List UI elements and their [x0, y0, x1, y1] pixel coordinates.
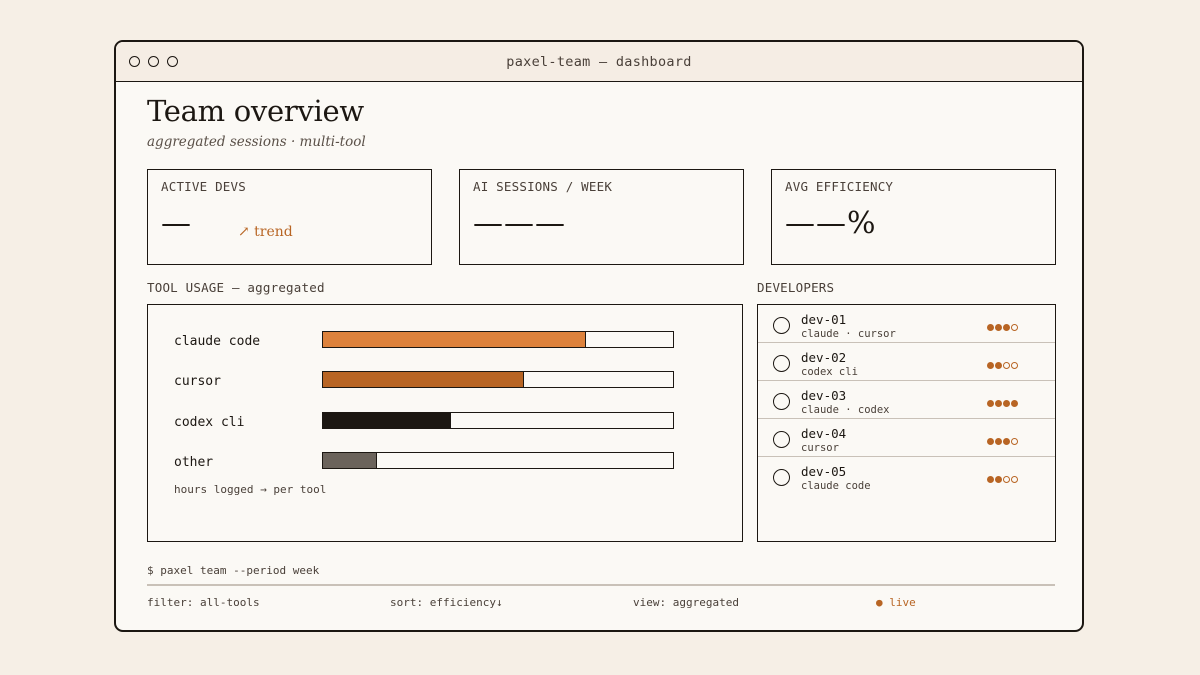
rating-dot-filled: [995, 476, 1002, 483]
title-bar: paxel-team — dashboard: [116, 42, 1082, 82]
developer-name: dev-05: [801, 464, 847, 479]
bar-fill: [323, 453, 378, 468]
rating-dot-filled: [987, 324, 994, 331]
developers-panel: dev-01 claude · cursor dev-02 codex cli dev-…: [757, 304, 1056, 542]
developers-title: DEVELOPERS: [757, 280, 835, 295]
developer-name: dev-01: [801, 312, 847, 327]
bar-fill: [323, 413, 451, 428]
developer-name: dev-04: [801, 426, 847, 441]
tool-bar-other: [322, 452, 674, 469]
rating-dot-empty: [1011, 362, 1018, 369]
command-line: $ paxel team --period week: [147, 564, 320, 577]
window-title: paxel-team — dashboard: [506, 54, 692, 70]
developer-tools: claude · cursor: [801, 328, 896, 340]
rating-dot-filled: [1003, 400, 1010, 407]
stat-label: ACTIVE DEVS: [161, 179, 246, 194]
efficiency-rating: [987, 324, 1018, 331]
sort-status[interactable]: sort: efficiency↓: [390, 596, 503, 609]
tool-bar-claude-code: [322, 331, 674, 348]
rating-dot-filled: [995, 400, 1002, 407]
stat-label: AVG EFFICIENCY: [785, 179, 894, 194]
efficiency-rating: [987, 400, 1018, 407]
developer-row-dev-05[interactable]: dev-05 claude code: [758, 457, 1055, 495]
efficiency-rating: [987, 438, 1018, 445]
stat-card-avg-efficiency: AVG EFFICIENCY ——%: [771, 169, 1056, 265]
developer-row-dev-04[interactable]: dev-04 cursor: [758, 419, 1055, 457]
developer-row-dev-03[interactable]: dev-03 claude · codex: [758, 381, 1055, 419]
rating-dot-empty: [1011, 324, 1018, 331]
select-radio[interactable]: [773, 469, 790, 486]
bar-fill: [323, 332, 586, 347]
rating-dot-filled: [987, 362, 994, 369]
tool-bar-codex-cli: [322, 412, 674, 429]
tool-usage-note: hours logged → per tool: [174, 483, 327, 496]
select-radio[interactable]: [773, 317, 790, 334]
rating-dot-filled: [1011, 400, 1018, 407]
view-status[interactable]: view: aggregated: [633, 596, 739, 609]
rating-dot-filled: [987, 476, 994, 483]
filter-status[interactable]: filter: all-tools: [147, 596, 260, 609]
tool-label: claude code: [174, 334, 261, 349]
select-radio[interactable]: [773, 393, 790, 410]
rating-dot-filled: [1003, 324, 1010, 331]
rating-dot-filled: [995, 324, 1002, 331]
stat-card-active-devs: ACTIVE DEVS — ↗ trend: [147, 169, 432, 265]
rating-dot-empty: [1011, 476, 1018, 483]
developer-row-dev-01[interactable]: dev-01 claude · cursor: [758, 305, 1055, 343]
stat-label: AI SESSIONS / WEEK: [473, 179, 613, 194]
stat-value: ——%: [785, 206, 877, 241]
tool-bar-cursor: [322, 371, 674, 388]
page-title: Team overview: [147, 94, 364, 128]
trend-link[interactable]: ↗ trend: [238, 224, 293, 240]
developer-name: dev-02: [801, 350, 847, 365]
developer-tools: codex cli: [801, 366, 858, 378]
tool-usage-title: TOOL USAGE — aggregated: [147, 280, 325, 295]
select-radio[interactable]: [773, 355, 790, 372]
tool-label: other: [174, 455, 214, 470]
divider: [147, 584, 1055, 586]
developer-row-dev-02[interactable]: dev-02 codex cli: [758, 343, 1055, 381]
rating-dot-filled: [987, 438, 994, 445]
bar-fill: [323, 372, 525, 387]
developer-tools: claude · codex: [801, 404, 890, 416]
rating-dot-empty: [1003, 362, 1010, 369]
rating-dot-filled: [995, 438, 1002, 445]
developer-tools: claude code: [801, 480, 871, 492]
tool-label: cursor: [174, 374, 221, 389]
live-indicator: ● live: [876, 596, 916, 609]
rating-dot-empty: [1011, 438, 1018, 445]
tool-label: codex cli: [174, 415, 245, 430]
stat-value: ———: [473, 206, 566, 241]
tool-usage-panel: claude code cursor codex cli other hours…: [147, 304, 743, 542]
rating-dot-filled: [1003, 438, 1010, 445]
efficiency-rating: [987, 476, 1018, 483]
stat-card-ai-sessions: AI SESSIONS / WEEK ———: [459, 169, 744, 265]
efficiency-rating: [987, 362, 1018, 369]
page-subtitle: aggregated sessions · multi-tool: [147, 134, 366, 150]
select-radio[interactable]: [773, 431, 790, 448]
stat-value: —: [161, 206, 192, 241]
rating-dot-filled: [995, 362, 1002, 369]
rating-dot-empty: [1003, 476, 1010, 483]
app-window: paxel-team — dashboard Team overview agg…: [114, 40, 1084, 632]
developer-tools: cursor: [801, 442, 839, 454]
developer-name: dev-03: [801, 388, 847, 403]
rating-dot-filled: [987, 400, 994, 407]
